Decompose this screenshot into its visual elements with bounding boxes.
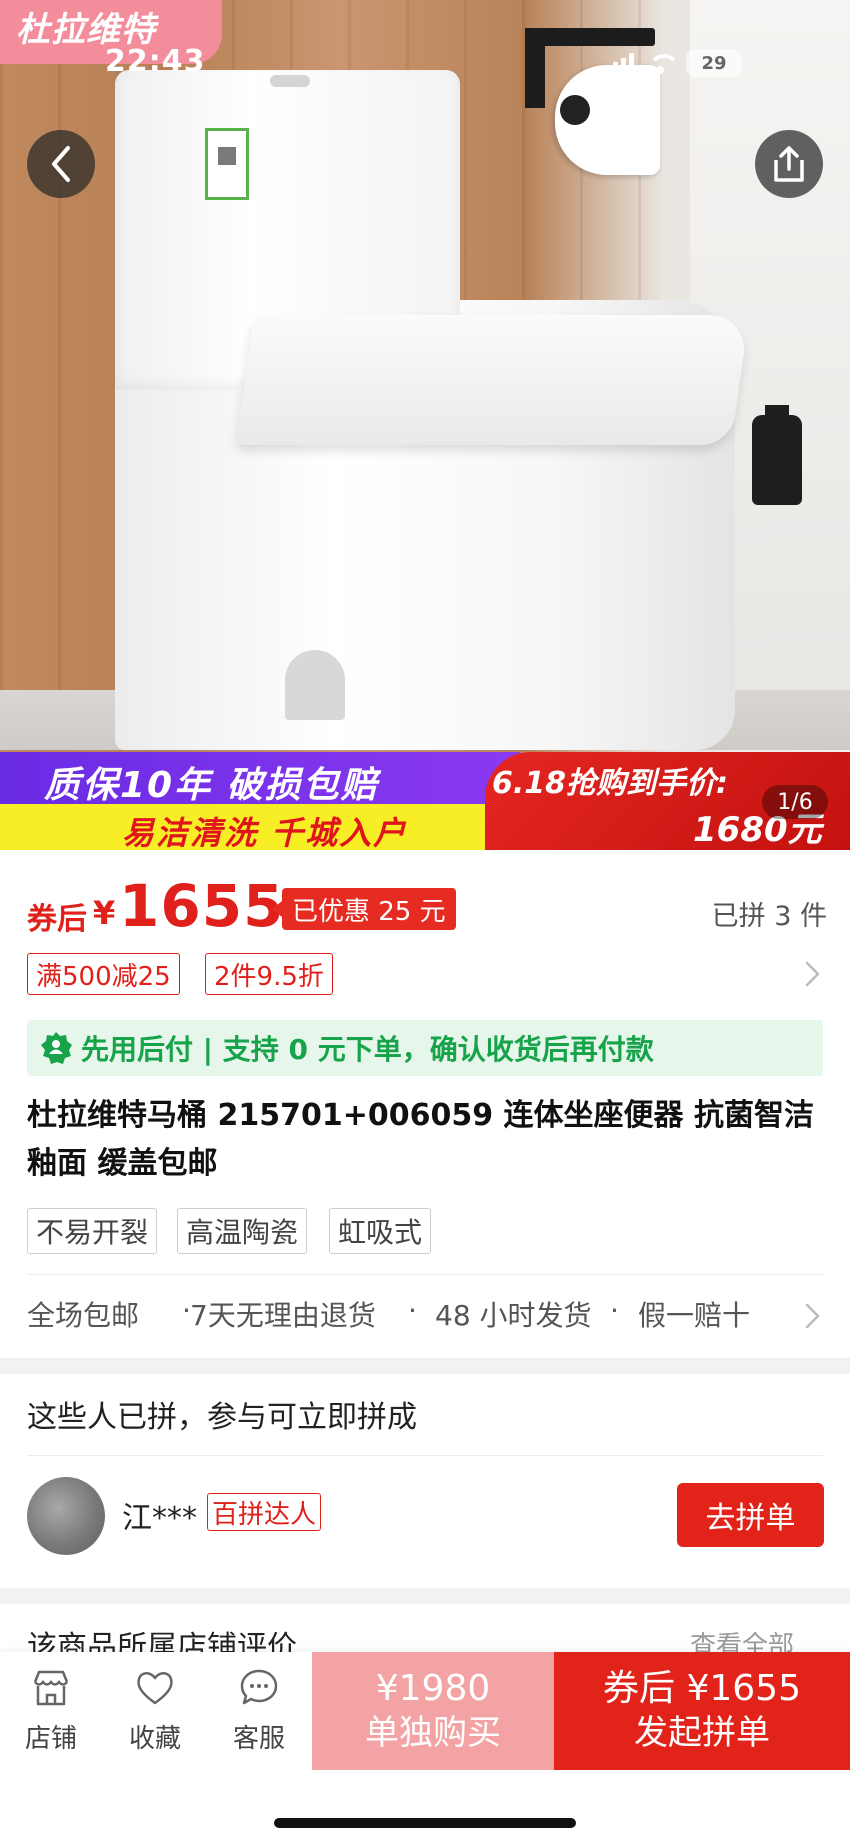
- paper-roll-core: [560, 95, 590, 125]
- user-badge: 百拼达人: [207, 1493, 322, 1531]
- group-user-name: 江***: [122, 1501, 197, 1536]
- chevron-right-icon[interactable]: [797, 1301, 827, 1331]
- toilet-lid: [235, 315, 750, 445]
- solo-price: ¥1980: [375, 1668, 491, 1709]
- price-amount: 1655: [119, 872, 285, 940]
- service-guarantees[interactable]: 全场包邮 · 7天无理由退货 · 48 小时发货 · 假一赔十: [27, 1294, 827, 1338]
- toilet-base-cutout: [285, 650, 345, 720]
- after-coupon-label: 券后: [27, 902, 87, 937]
- price-row: 券后 ¥ 1655 已优惠 25 元 已拼 3 件: [27, 872, 827, 942]
- store-icon: [33, 1670, 69, 1706]
- coupon-row[interactable]: 满500减25 2件9.5折: [27, 953, 827, 995]
- product-image-carousel[interactable]: 杜拉维特 22:43 29 质保10年 破损包赔 易洁清洗 千城入户 6.18抢…: [0, 0, 850, 850]
- pay-later-banner[interactable]: 先用后付 | 支持 0 元下单，确认收货后再付款: [27, 1020, 823, 1076]
- feature-tag: 高温陶瓷: [177, 1208, 308, 1254]
- store-button[interactable]: 店铺: [6, 1666, 96, 1766]
- status-time: 22:43: [105, 44, 206, 79]
- paper-holder: [525, 28, 655, 46]
- feature-tag: 不易开裂: [27, 1208, 158, 1254]
- coupon-tag[interactable]: 2件9.5折: [205, 953, 333, 995]
- join-group-button[interactable]: 去拼单: [677, 1483, 824, 1547]
- separator-dot: ·: [610, 1294, 619, 1327]
- customer-service-label: 客服: [232, 1724, 285, 1754]
- cellular-signal-icon: [605, 52, 634, 74]
- separator-dot: ·: [408, 1294, 417, 1327]
- status-icons: 29: [605, 48, 742, 78]
- buy-alone-button[interactable]: ¥1980 单独购买: [312, 1652, 554, 1770]
- pay-later-text: 先用后付 | 支持 0 元下单，确认收货后再付款: [81, 1033, 654, 1066]
- promo-clean-text: 易洁清洗 千城入户: [122, 814, 408, 850]
- solo-label: 单独购买: [365, 1713, 501, 1753]
- group-buy-title: 这些人已拼，参与可立即拼成: [27, 1400, 417, 1435]
- heart-icon: [137, 1672, 173, 1705]
- coupon-tag[interactable]: 满500减25: [27, 953, 180, 995]
- product-title: 杜拉维特马桶 215701+006059 连体坐座便器 抗菌智洁釉面 缓盖包邮: [27, 1098, 814, 1181]
- bottom-action-bar: 店铺 收藏 客服 ¥1980 单独购买 券后 ¥1655 发起拼单: [0, 1652, 850, 1843]
- energy-label-sticker: [205, 128, 249, 200]
- soap-bottle: [752, 415, 802, 505]
- chevron-right-icon[interactable]: [797, 959, 827, 989]
- wifi-icon: [646, 52, 680, 74]
- home-indicator[interactable]: [274, 1818, 576, 1828]
- share-icon: [774, 146, 804, 182]
- flush-button-graphic: [270, 75, 310, 87]
- sold-count: 已拼 3 件: [711, 901, 827, 932]
- customer-service-button[interactable]: 客服: [214, 1666, 304, 1766]
- start-group-buy-button[interactable]: 券后 ¥1655 发起拼单: [554, 1652, 850, 1770]
- promo-banner: 质保10年 破损包赔 易洁清洗 千城入户 6.18抢购到手价: 1680元: [0, 752, 850, 850]
- promo-sale-label: 6.18抢购到手价:: [492, 766, 729, 801]
- favorite-label: 收藏: [128, 1724, 181, 1754]
- section-gap: [0, 1588, 850, 1604]
- currency-symbol: ¥: [93, 894, 116, 932]
- feature-tag: 虹吸式: [329, 1208, 432, 1254]
- favorite-button[interactable]: 收藏: [110, 1666, 200, 1766]
- share-button[interactable]: [755, 130, 823, 198]
- group-label: 发起拼单: [634, 1713, 770, 1753]
- avatar: [27, 1477, 105, 1555]
- service-item: 48 小时发货: [435, 1299, 592, 1332]
- battery-icon: 29: [686, 49, 742, 77]
- chevron-left-icon: [52, 146, 70, 182]
- back-button[interactable]: [27, 130, 95, 198]
- group-buy-row: 江*** 百拼达人 去拼单: [0, 1455, 850, 1585]
- service-item: 全场包邮: [27, 1299, 140, 1332]
- group-price: 券后 ¥1655: [603, 1668, 801, 1709]
- image-counter: 1/6: [762, 785, 828, 819]
- service-item: 7天无理由退货: [190, 1299, 376, 1332]
- user-badge-icon: [41, 1032, 72, 1064]
- divider: [27, 1274, 823, 1275]
- saved-badge: 已优惠 25 元: [272, 888, 456, 930]
- promo-warranty-text: 质保10年 破损包赔: [44, 765, 379, 806]
- store-label: 店铺: [24, 1724, 77, 1754]
- chat-bubble-icon: [240, 1669, 278, 1705]
- section-gap: [0, 1358, 850, 1374]
- service-item: 假一赔十: [638, 1299, 751, 1332]
